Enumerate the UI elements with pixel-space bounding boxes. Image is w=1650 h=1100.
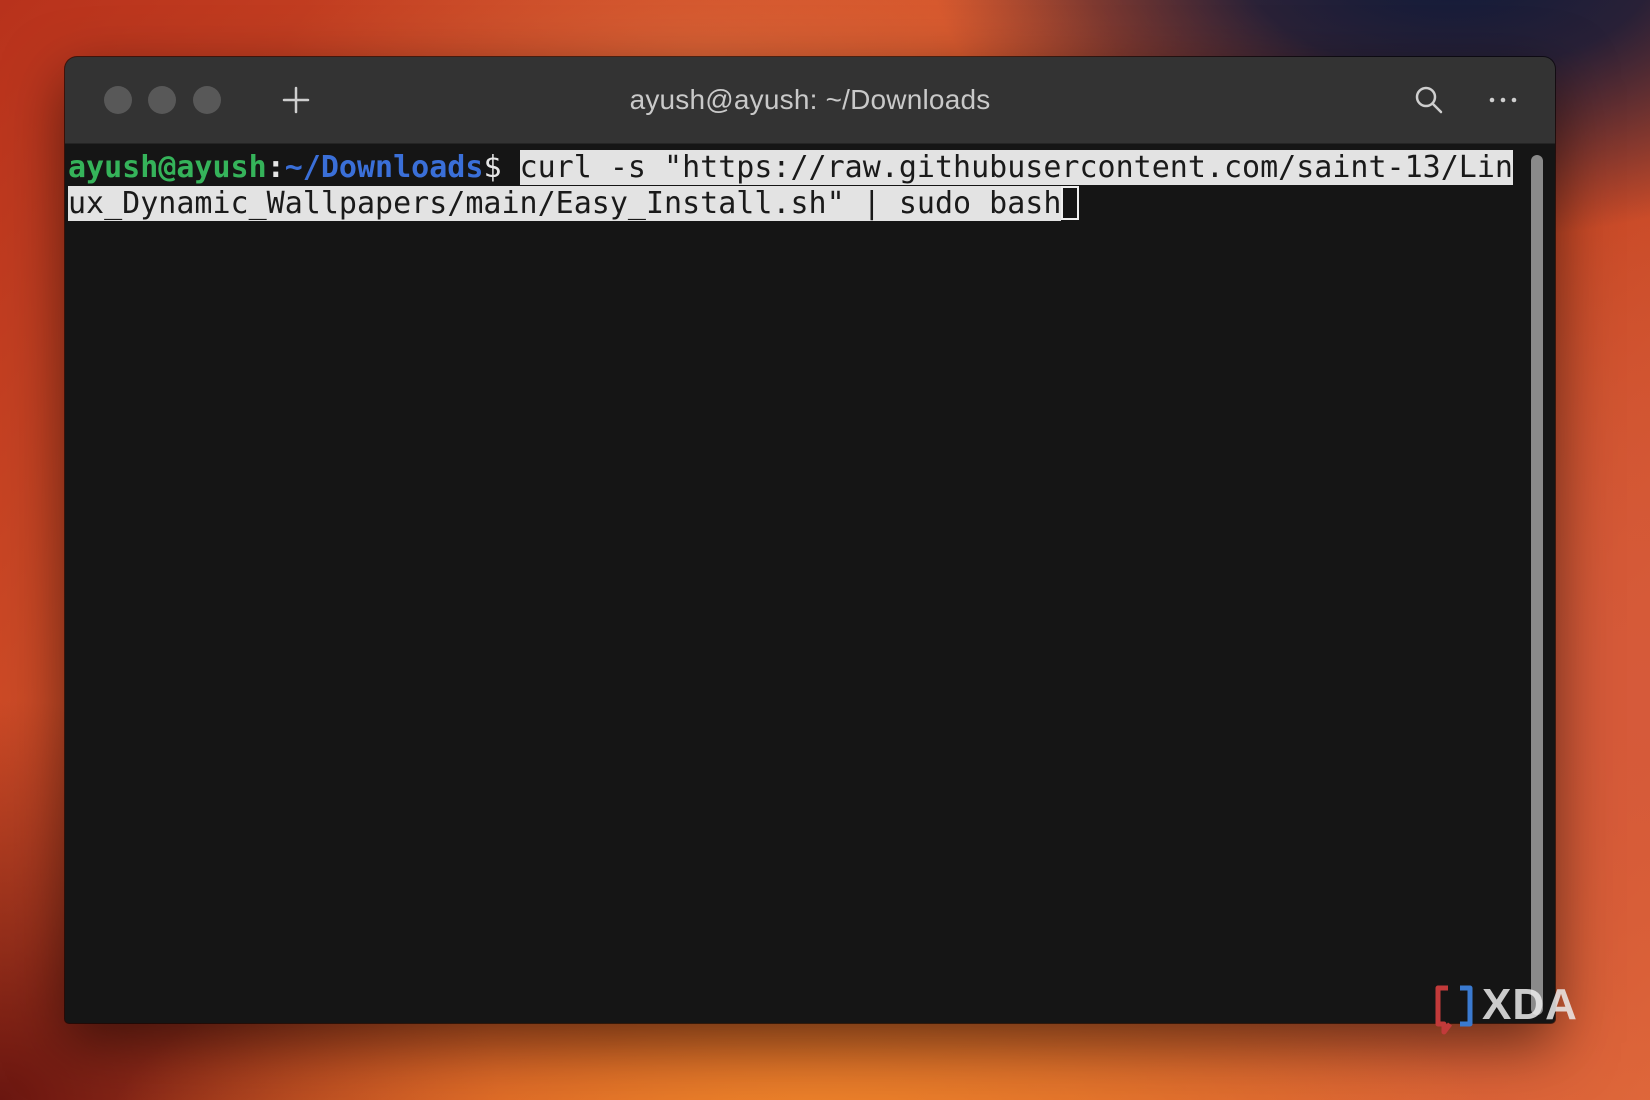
command-text: curl -s "https://raw.githubusercontent.c… <box>519 150 1513 185</box>
scrollbar[interactable] <box>1531 155 1543 1015</box>
terminal-line: ayush@ayush:~/Downloads$ curl -s "https:… <box>68 150 1513 186</box>
terminal-output[interactable]: ayush@ayush:~/Downloads$ curl -s "https:… <box>65 144 1525 1023</box>
xda-bracket-icon <box>1435 985 1473 1035</box>
watermark-logo: XDA <box>1432 980 1592 1040</box>
menu-button[interactable] <box>1483 83 1523 117</box>
window-title: ayush@ayush: ~/Downloads <box>629 84 991 115</box>
prompt-colon: : <box>266 150 285 185</box>
prompt-user-host: ayush@ayush <box>68 150 267 185</box>
text-cursor <box>1061 186 1080 220</box>
watermark-text: XDA <box>1482 980 1578 1029</box>
prompt-symbol: $ <box>483 150 520 185</box>
search-button[interactable] <box>1412 83 1446 117</box>
prompt-path: ~/Downloads <box>284 150 484 185</box>
terminal-line: ux_Dynamic_Wallpapers/main/Easy_Install.… <box>68 186 1080 222</box>
titlebar: ayush@ayush: ~/Downloads <box>65 57 1555 144</box>
terminal-window: ayush@ayush: ~/Downloads ayush@ayush:~/D… <box>65 57 1555 1023</box>
search-icon <box>1415 86 1443 114</box>
command-text: ux_Dynamic_Wallpapers/main/Easy_Install.… <box>68 186 1062 221</box>
ellipsis-icon <box>1489 97 1517 103</box>
